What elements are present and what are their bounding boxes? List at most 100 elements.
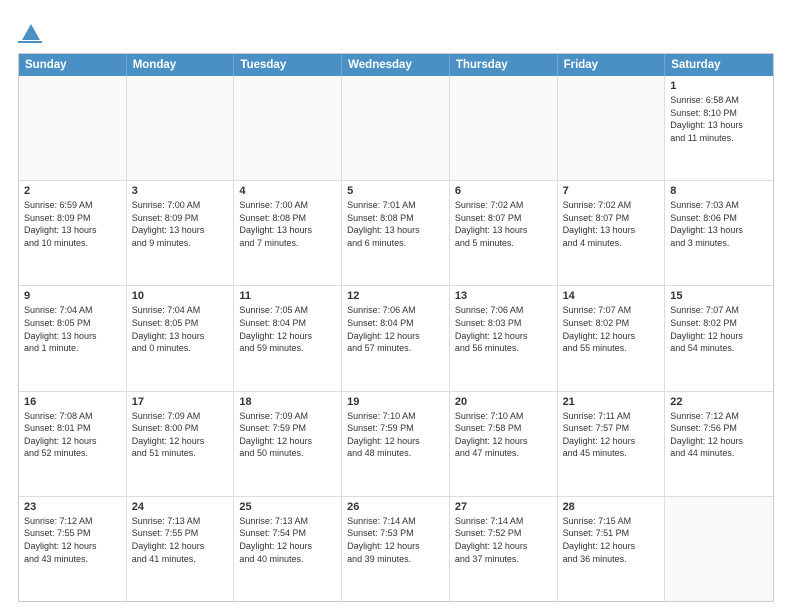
calendar-body: 1Sunrise: 6:58 AMSunset: 8:10 PMDaylight…	[19, 76, 773, 601]
day-number: 10	[132, 290, 229, 302]
day-cell-2: 2 Sunrise: 6:59 AMSunset: 8:09 PMDaylight…	[19, 181, 127, 285]
day-number: 11	[239, 290, 336, 302]
day-cell-15: 15 Sunrise: 7:07 AMSunset: 8:02 PMDayligh…	[665, 286, 773, 390]
day-cell-17: 17 Sunrise: 7:09 AMSunset: 8:00 PMDayligh…	[127, 392, 235, 496]
day-info: Sunrise: 7:07 AMSunset: 8:02 PMDaylight:…	[670, 304, 768, 354]
day-cell-20: 20 Sunrise: 7:10 AMSunset: 7:58 PMDayligh…	[450, 392, 558, 496]
day-info: Sunrise: 7:07 AMSunset: 8:02 PMDaylight:…	[563, 304, 660, 354]
day-number: 12	[347, 290, 444, 302]
calendar-header: SundayMondayTuesdayWednesdayThursdayFrid…	[19, 54, 773, 76]
calendar: SundayMondayTuesdayWednesdayThursdayFrid…	[18, 53, 774, 602]
day-number: 7	[563, 185, 660, 197]
day-info: Sunrise: 7:05 AMSunset: 8:04 PMDaylight:…	[239, 304, 336, 354]
day-number: 21	[563, 396, 660, 408]
day-info: Sunrise: 7:12 AMSunset: 7:56 PMDaylight:…	[670, 410, 768, 460]
weekday-header-thursday: Thursday	[450, 54, 558, 76]
day-number: 20	[455, 396, 552, 408]
day-cell-21: 21 Sunrise: 7:11 AMSunset: 7:57 PMDayligh…	[558, 392, 666, 496]
day-cell-22: 22 Sunrise: 7:12 AMSunset: 7:56 PMDayligh…	[665, 392, 773, 496]
empty-cell	[19, 76, 127, 180]
day-number: 22	[670, 396, 768, 408]
day-number: 9	[24, 290, 121, 302]
day-cell-6: 6 Sunrise: 7:02 AMSunset: 8:07 PMDaylight…	[450, 181, 558, 285]
day-cell-24: 24 Sunrise: 7:13 AMSunset: 7:55 PMDayligh…	[127, 497, 235, 601]
weekday-header-wednesday: Wednesday	[342, 54, 450, 76]
day-info: Sunrise: 7:10 AMSunset: 7:58 PMDaylight:…	[455, 410, 552, 460]
day-info: Sunrise: 7:00 AMSunset: 8:08 PMDaylight:…	[239, 199, 336, 249]
day-info: Sunrise: 7:13 AMSunset: 7:54 PMDaylight:…	[239, 515, 336, 565]
day-cell-28: 28Sunrise: 7:15 AMSunset: 7:51 PMDayligh…	[558, 497, 666, 601]
day-info: Sunrise: 7:01 AMSunset: 8:08 PMDaylight:…	[347, 199, 444, 249]
weekday-header-friday: Friday	[558, 54, 666, 76]
day-cell-5: 5 Sunrise: 7:01 AMSunset: 8:08 PMDaylight…	[342, 181, 450, 285]
day-info: Sunrise: 7:00 AMSunset: 8:09 PMDaylight:…	[132, 199, 229, 249]
day-number: 4	[239, 185, 336, 197]
empty-cell	[342, 76, 450, 180]
day-cell-3: 3 Sunrise: 7:00 AMSunset: 8:09 PMDaylight…	[127, 181, 235, 285]
logo	[18, 18, 42, 43]
day-info: Sunrise: 7:15 AMSunset: 7:51 PMDaylight:…	[563, 515, 660, 565]
day-cell-12: 12Sunrise: 7:06 AMSunset: 8:04 PMDayligh…	[342, 286, 450, 390]
day-info: Sunrise: 7:14 AMSunset: 7:53 PMDaylight:…	[347, 515, 444, 565]
day-cell-25: 25 Sunrise: 7:13 AMSunset: 7:54 PMDayligh…	[234, 497, 342, 601]
day-info: Sunrise: 7:02 AMSunset: 8:07 PMDaylight:…	[563, 199, 660, 249]
day-info: Sunrise: 7:02 AMSunset: 8:07 PMDaylight:…	[455, 199, 552, 249]
day-info: Sunrise: 7:04 AMSunset: 8:05 PMDaylight:…	[24, 304, 121, 354]
day-number: 23	[24, 501, 121, 513]
calendar-row-2: 2 Sunrise: 6:59 AMSunset: 8:09 PMDaylight…	[19, 181, 773, 286]
empty-cell	[127, 76, 235, 180]
day-info: Sunrise: 7:12 AMSunset: 7:55 PMDaylight:…	[24, 515, 121, 565]
day-cell-11: 11 Sunrise: 7:05 AMSunset: 8:04 PMDayligh…	[234, 286, 342, 390]
day-number: 6	[455, 185, 552, 197]
weekday-header-monday: Monday	[127, 54, 235, 76]
day-cell-14: 14 Sunrise: 7:07 AMSunset: 8:02 PMDayligh…	[558, 286, 666, 390]
day-number: 17	[132, 396, 229, 408]
day-number: 8	[670, 185, 768, 197]
page-header	[18, 18, 774, 43]
day-cell-7: 7 Sunrise: 7:02 AMSunset: 8:07 PMDaylight…	[558, 181, 666, 285]
day-number: 24	[132, 501, 229, 513]
day-number: 26	[347, 501, 444, 513]
day-info: Sunrise: 7:09 AMSunset: 7:59 PMDaylight:…	[239, 410, 336, 460]
day-number: 16	[24, 396, 121, 408]
calendar-row-1: 1Sunrise: 6:58 AMSunset: 8:10 PMDaylight…	[19, 76, 773, 181]
weekday-header-saturday: Saturday	[665, 54, 773, 76]
day-cell-16: 16 Sunrise: 7:08 AMSunset: 8:01 PMDayligh…	[19, 392, 127, 496]
logo-underline	[18, 41, 42, 43]
day-info: Sunrise: 7:06 AMSunset: 8:03 PMDaylight:…	[455, 304, 552, 354]
day-info: Sunrise: 7:14 AMSunset: 7:52 PMDaylight:…	[455, 515, 552, 565]
empty-cell	[450, 76, 558, 180]
day-number: 1	[670, 80, 768, 92]
weekday-header-tuesday: Tuesday	[234, 54, 342, 76]
day-cell-1: 1Sunrise: 6:58 AMSunset: 8:10 PMDaylight…	[665, 76, 773, 180]
calendar-row-4: 16 Sunrise: 7:08 AMSunset: 8:01 PMDayligh…	[19, 392, 773, 497]
day-number: 19	[347, 396, 444, 408]
day-number: 25	[239, 501, 336, 513]
day-number: 13	[455, 290, 552, 302]
day-cell-19: 19 Sunrise: 7:10 AMSunset: 7:59 PMDayligh…	[342, 392, 450, 496]
day-info: Sunrise: 6:59 AMSunset: 8:09 PMDaylight:…	[24, 199, 121, 249]
day-info: Sunrise: 7:09 AMSunset: 8:00 PMDaylight:…	[132, 410, 229, 460]
calendar-row-5: 23 Sunrise: 7:12 AMSunset: 7:55 PMDayligh…	[19, 497, 773, 601]
day-cell-27: 27Sunrise: 7:14 AMSunset: 7:52 PMDayligh…	[450, 497, 558, 601]
day-cell-8: 8Sunrise: 7:03 AMSunset: 8:06 PMDaylight…	[665, 181, 773, 285]
day-info: Sunrise: 7:13 AMSunset: 7:55 PMDaylight:…	[132, 515, 229, 565]
day-number: 2	[24, 185, 121, 197]
day-number: 14	[563, 290, 660, 302]
day-info: Sunrise: 7:11 AMSunset: 7:57 PMDaylight:…	[563, 410, 660, 460]
empty-cell	[234, 76, 342, 180]
day-cell-18: 18 Sunrise: 7:09 AMSunset: 7:59 PMDayligh…	[234, 392, 342, 496]
day-cell-9: 9 Sunrise: 7:04 AMSunset: 8:05 PMDaylight…	[19, 286, 127, 390]
day-info: Sunrise: 7:08 AMSunset: 8:01 PMDaylight:…	[24, 410, 121, 460]
day-number: 18	[239, 396, 336, 408]
day-cell-23: 23 Sunrise: 7:12 AMSunset: 7:55 PMDayligh…	[19, 497, 127, 601]
day-number: 3	[132, 185, 229, 197]
empty-cell	[665, 497, 773, 601]
calendar-row-3: 9 Sunrise: 7:04 AMSunset: 8:05 PMDaylight…	[19, 286, 773, 391]
empty-cell	[558, 76, 666, 180]
day-number: 15	[670, 290, 768, 302]
weekday-header-sunday: Sunday	[19, 54, 127, 76]
day-info: Sunrise: 7:10 AMSunset: 7:59 PMDaylight:…	[347, 410, 444, 460]
day-number: 5	[347, 185, 444, 197]
day-cell-13: 13 Sunrise: 7:06 AMSunset: 8:03 PMDayligh…	[450, 286, 558, 390]
